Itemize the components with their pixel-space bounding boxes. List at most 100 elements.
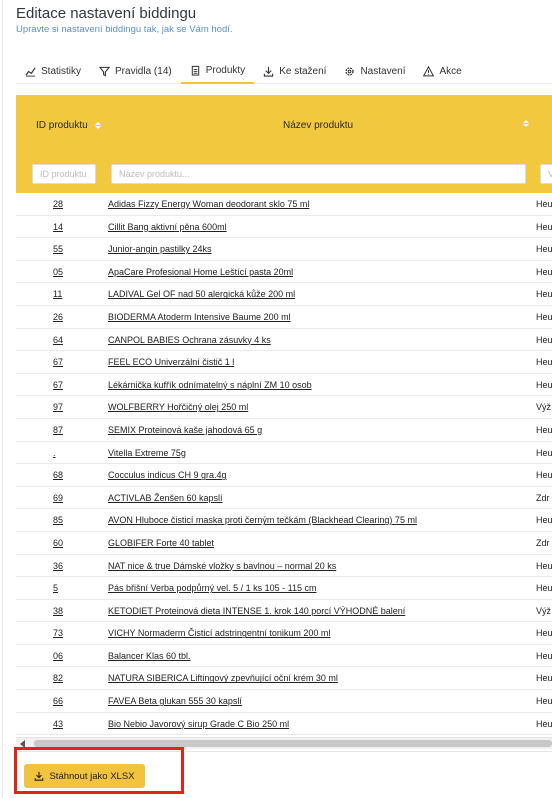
product-name-link[interactable]: KETODIET Proteinová dieta INTENSE 1. kro… — [108, 606, 405, 616]
product-name-link[interactable]: Cillit Bang aktivní pěna 600ml — [108, 222, 227, 232]
product-id-link[interactable]: 82 — [53, 673, 63, 683]
product-rule-cell: Heu — [536, 583, 552, 594]
product-id-link[interactable]: 73 — [53, 628, 63, 638]
tab-label: Statistiky — [41, 65, 82, 77]
product-id-link[interactable]: 05 — [53, 267, 63, 277]
product-id-link[interactable]: 69 — [53, 493, 63, 503]
download-xlsx-button[interactable]: Stáhnout jako XLSX — [24, 764, 145, 788]
product-name-link[interactable]: FEEL ECO Univerzální čistič 1 l — [108, 357, 234, 367]
product-id-link[interactable]: 5 — [53, 583, 58, 593]
product-name-link[interactable]: Lékárnička kufřík odnímatelný s náplní Z… — [108, 380, 312, 390]
product-id-link[interactable]: 97 — [53, 402, 63, 412]
tab-nastaveni[interactable]: Nastavení — [335, 58, 414, 84]
product-name-link[interactable]: ACTIVLAB Ženšen 60 kapslí — [108, 493, 223, 503]
column-header-name[interactable]: Název produktu — [283, 120, 353, 131]
scroll-left-icon[interactable] — [20, 740, 25, 748]
column-header-name-sort[interactable] — [516, 120, 529, 127]
product-name-link[interactable]: Balancer Klas 60 tbl. — [108, 651, 191, 661]
product-name-link[interactable]: CANPOL BABIES Ochrana zásuvky 4 ks — [108, 335, 271, 345]
product-id-link[interactable]: 06 — [53, 651, 63, 661]
product-rule-cell: Heu — [536, 673, 552, 684]
product-id-link[interactable]: 26 — [53, 312, 63, 322]
product-id-link[interactable]: 38 — [53, 606, 63, 616]
product-id-link[interactable]: 67 — [53, 380, 63, 390]
table-row: 14 Cillit Bang aktivní pěna 600ml Heu — [16, 216, 552, 239]
product-name-link[interactable]: WOLFBERRY Hořčičný olej 250 ml — [108, 402, 248, 412]
filter-id-input[interactable] — [32, 164, 96, 184]
table-row: 67 Lékárnička kufřík odnímatelný s náplní… — [16, 374, 552, 397]
product-name-link[interactable]: AVON Hluboce čisticí maska proti černým … — [108, 515, 417, 525]
table-row: 38 KETODIET Proteinová dieta INTENSE 1. k… — [16, 600, 552, 623]
product-name-link[interactable]: SEMIX Proteinová kaše jahodová 65 g — [108, 425, 262, 435]
horizontal-scrollbar[interactable] — [16, 737, 552, 749]
product-name-link[interactable]: BIODERMA Atoderm Intensive Baume 200 ml — [108, 312, 291, 322]
tab-akce[interactable]: Akce — [414, 58, 470, 84]
product-id-link[interactable]: 60 — [53, 538, 63, 548]
table-row: 05 ApaCare Profesional Home Leštící pasta… — [16, 261, 552, 284]
product-name-link[interactable]: Bio Nebio Javorový sirup Grade C Bio 250… — [108, 719, 289, 729]
product-rule-cell: Heu — [536, 334, 552, 345]
product-name-link[interactable]: Cocculus indicus CH 9 gra.4g — [108, 470, 227, 480]
sort-icon[interactable] — [94, 122, 101, 129]
product-name-link[interactable]: Junior-angin pastilky 24ks — [108, 244, 212, 254]
download-label: Stáhnout jako XLSX — [49, 770, 135, 782]
product-name-link[interactable]: ApaCare Profesional Home Leštící pasta 2… — [108, 267, 293, 277]
product-name-link[interactable]: NAT nice & true Dámské vložky s bavlnou … — [108, 561, 336, 571]
gear-icon — [344, 66, 355, 77]
tab-produkty[interactable]: Produkty — [180, 58, 255, 84]
product-name-link[interactable]: NATURA SIBERICA Liftingový zpevňující oč… — [108, 673, 338, 683]
product-name-link[interactable]: Adidas Fizzy Energy Woman deodorant sklo… — [108, 199, 309, 209]
table-row: 97 WOLFBERRY Hořčičný olej 250 ml Výž — [16, 396, 552, 419]
table-row: 55 Junior-angin pastilky 24ks Heu — [16, 238, 552, 261]
product-rule-cell: Heu — [536, 266, 552, 277]
table-row: 60 GLOBIFER Forte 40 tablet Zdr — [16, 532, 552, 555]
product-id-link[interactable]: 66 — [53, 696, 63, 706]
product-id-link[interactable]: 85 — [53, 515, 63, 525]
table-row: 73 VICHY Normaderm Čisticí adstringentní … — [16, 622, 552, 645]
column-header-id[interactable]: ID produktu — [36, 120, 101, 131]
table-row: 43 Bio Nebio Javorový sirup Grade C Bio 2… — [16, 713, 552, 736]
product-name-link[interactable]: LADIVAL Gel OF nad 50 alergická kůže 200… — [108, 289, 295, 299]
product-id-link[interactable]: . — [53, 448, 56, 458]
product-rule-cell: Heu — [536, 357, 552, 368]
tab-pravidla[interactable]: Pravidla (14) — [90, 58, 181, 84]
table-row: 06 Balancer Klas 60 tbl. Heu — [16, 645, 552, 668]
product-id-link[interactable]: 43 — [53, 719, 63, 729]
clipboard-icon — [190, 65, 201, 76]
product-name-link[interactable]: Pás břišní Verba podpůrný vel. 5 / 1 ks … — [108, 583, 316, 593]
sort-icon[interactable] — [523, 120, 529, 127]
product-rule-cell: Heu — [536, 244, 552, 255]
product-id-link[interactable]: 87 — [53, 425, 63, 435]
table-row: 67 FEEL ECO Univerzální čistič 1 l Heu — [16, 351, 552, 374]
product-rule-cell: Heu — [536, 470, 552, 481]
chart-line-icon — [25, 66, 36, 77]
scrollbar-thumb[interactable] — [34, 740, 552, 747]
tab-label: Akce — [439, 65, 462, 77]
footer-divider — [16, 751, 552, 752]
product-rule-cell: Heu — [536, 379, 552, 390]
product-id-link[interactable]: 55 — [53, 244, 63, 254]
filter-icon — [99, 66, 111, 77]
product-name-link[interactable]: VICHY Normaderm Čisticí adstringentní to… — [108, 628, 330, 638]
product-name-link[interactable]: FAVEA Beta glukan 555 30 kapslí — [108, 696, 242, 706]
tab-statistiky[interactable]: Statistiky — [16, 58, 90, 84]
product-name-link[interactable]: GLOBIFER Forte 40 tablet — [108, 538, 214, 548]
table-row: 36 NAT nice & true Dámské vložky s bavlno… — [16, 555, 552, 578]
product-id-link[interactable]: 68 — [53, 470, 63, 480]
product-id-link[interactable]: 28 — [53, 199, 63, 209]
table-row: 85 AVON Hluboce čisticí maska proti černý… — [16, 509, 552, 532]
product-rule-cell: Heu — [536, 289, 552, 300]
product-rule-cell: Zdr — [536, 492, 550, 503]
filter-third-input[interactable] — [540, 164, 552, 184]
product-rule-cell: Výž — [536, 402, 552, 413]
product-name-link[interactable]: Vitella Extreme 75g — [108, 448, 186, 458]
tab-ke-stazeni[interactable]: Ke stažení — [254, 58, 335, 84]
product-id-link[interactable]: 14 — [53, 222, 63, 232]
product-id-link[interactable]: 67 — [53, 357, 63, 367]
product-id-link[interactable]: 11 — [53, 289, 62, 299]
product-id-link[interactable]: 36 — [53, 561, 63, 571]
product-rule-cell: Heu — [536, 696, 552, 707]
table-row: 5 Pás břišní Verba podpůrný vel. 5 / 1 ks… — [16, 577, 552, 600]
product-id-link[interactable]: 64 — [53, 335, 63, 345]
filter-name-input[interactable] — [111, 164, 526, 184]
